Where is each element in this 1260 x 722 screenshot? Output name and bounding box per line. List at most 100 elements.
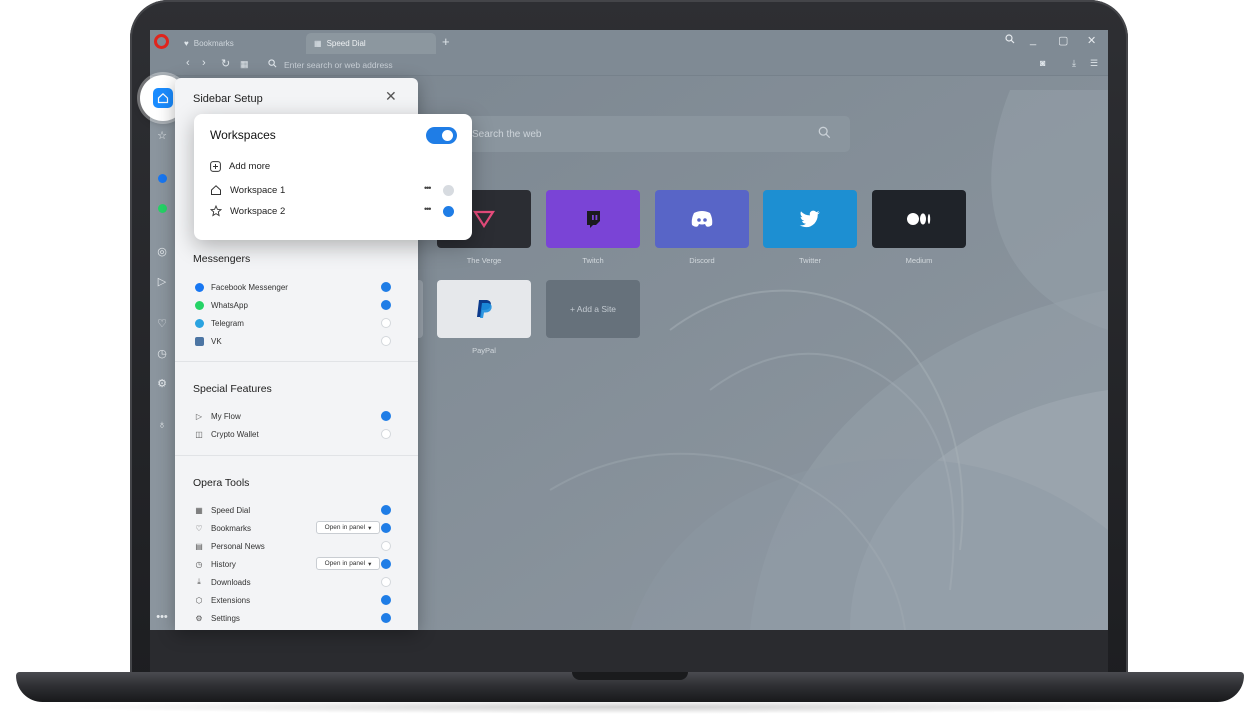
open-in-panel-select[interactable]: Open in panel ▾ <box>316 521 380 534</box>
add-workspace-button[interactable]: Add more <box>210 158 458 174</box>
tile-label: PayPal <box>472 346 496 355</box>
bookmarks-icon[interactable]: ♡ <box>155 316 169 330</box>
tips-icon[interactable]: ♁ <box>155 418 169 432</box>
extensions-icon: ⬡ <box>195 595 203 605</box>
check-on-icon[interactable] <box>381 613 391 623</box>
workspace-row-1[interactable]: Workspace 1 ••• <box>210 182 458 198</box>
messenger-row-facebook[interactable]: Facebook Messenger <box>193 280 407 294</box>
workspace-label: Workspace 1 <box>230 184 286 196</box>
divider <box>175 455 418 456</box>
tile-label: Twitch <box>582 256 604 265</box>
tile-paypal[interactable] <box>437 280 531 338</box>
tool-row-speed-dial[interactable]: ▦ Speed Dial <box>193 503 407 517</box>
whatsapp-icon[interactable] <box>155 201 169 215</box>
workspaces-toggle[interactable] <box>426 127 457 144</box>
special-row-crypto-wallet[interactable]: ◫ Crypto Wallet <box>193 427 407 441</box>
close-window-icon[interactable]: ✕ <box>1087 34 1096 47</box>
tool-row-downloads[interactable]: ⤓ Downloads <box>193 575 407 589</box>
check-on-icon[interactable] <box>381 505 391 515</box>
tile-discord[interactable] <box>655 190 749 248</box>
check-off-icon[interactable] <box>381 336 391 346</box>
history-icon: ◷ <box>195 559 203 569</box>
opera-logo-icon[interactable] <box>154 34 169 49</box>
tile-label: Twitter <box>798 256 822 265</box>
my-flow-icon[interactable]: ▷ <box>155 274 169 288</box>
more-options-icon[interactable]: ••• <box>424 183 432 193</box>
settings-icon[interactable]: ⚙ <box>155 376 169 390</box>
check-off-icon[interactable] <box>381 541 391 551</box>
laptop-notch <box>572 672 688 680</box>
special-row-my-flow[interactable]: ▷ My Flow <box>193 409 407 423</box>
check-on-icon[interactable] <box>381 282 391 292</box>
tab-label: Speed Dial <box>326 39 366 48</box>
more-options-icon[interactable]: ••• <box>424 204 432 214</box>
row-label: Downloads <box>211 577 251 587</box>
check-on-icon[interactable] <box>381 595 391 605</box>
discord-logo-icon <box>691 211 713 227</box>
address-input[interactable]: Enter search or web address <box>284 60 393 70</box>
tab-bookmarks[interactable]: ♥ Bookmarks <box>176 33 306 54</box>
add-site-label: + Add a Site <box>569 304 617 314</box>
back-icon[interactable]: ‹ <box>186 57 190 69</box>
messenger-row-whatsapp[interactable]: WhatsApp <box>193 298 407 312</box>
player-icon[interactable]: ◎ <box>155 244 169 258</box>
check-disabled-icon[interactable] <box>443 185 454 196</box>
history-icon[interactable]: ◷ <box>155 346 169 360</box>
check-on-icon[interactable] <box>381 300 391 310</box>
check-on-icon[interactable] <box>381 523 391 533</box>
maximize-icon[interactable]: ▢ <box>1058 34 1068 47</box>
tool-row-bookmarks[interactable]: ♡ Bookmarks Open in panel ▾ <box>193 521 407 535</box>
check-off-icon[interactable] <box>381 577 391 587</box>
paypal-logo-icon <box>477 300 492 318</box>
close-icon[interactable]: ✕ <box>385 88 397 105</box>
vk-icon <box>193 335 205 347</box>
new-tab-button[interactable]: + <box>442 34 450 49</box>
tile-twitter[interactable] <box>763 190 857 248</box>
speed-dial-icon: ▦ <box>195 505 203 515</box>
check-on-icon[interactable] <box>381 411 391 421</box>
download-icon[interactable]: ⤓ <box>1072 58 1076 69</box>
reload-icon[interactable]: ↻ <box>221 57 230 70</box>
row-label: Settings <box>211 613 240 623</box>
tool-row-personal-news[interactable]: ▤ Personal News <box>193 539 407 553</box>
grid-icon: ▦ <box>314 39 322 48</box>
check-off-icon[interactable] <box>381 318 391 328</box>
workspace-row-2[interactable]: Workspace 2 ••• <box>210 203 458 219</box>
check-off-icon[interactable] <box>381 429 391 439</box>
check-on-icon[interactable] <box>443 206 454 217</box>
tool-row-settings[interactable]: ⚙ Settings <box>193 611 407 625</box>
open-in-panel-select[interactable]: Open in panel ▾ <box>316 557 380 570</box>
tile-twitch[interactable] <box>546 190 640 248</box>
row-label: Speed Dial <box>211 505 251 515</box>
forward-icon[interactable]: › <box>202 57 206 69</box>
search-tabs-icon[interactable] <box>1005 34 1015 47</box>
easy-setup-icon[interactable]: ☰ <box>1090 58 1098 69</box>
whatsapp-icon <box>193 299 205 311</box>
messenger-icon[interactable] <box>155 171 169 185</box>
add-site-tile[interactable]: + Add a Site <box>546 280 640 338</box>
workspace-1-button[interactable] <box>153 88 173 108</box>
workspace-2-icon[interactable]: ☆ <box>155 128 169 142</box>
section-title-tools: Opera Tools <box>193 477 250 489</box>
medium-logo-icon <box>907 213 931 225</box>
camera-icon[interactable]: ◙ <box>1040 58 1045 68</box>
tile-medium[interactable] <box>872 190 966 248</box>
heart-icon: ♡ <box>195 523 203 533</box>
tile-label: Discord <box>689 256 715 265</box>
telegram-icon <box>193 317 205 329</box>
panel-title: Sidebar Setup <box>193 93 263 105</box>
tool-row-history[interactable]: ◷ History Open in panel ▾ <box>193 557 407 571</box>
row-label: Personal News <box>211 541 265 551</box>
speed-dial-icon[interactable]: ▦ <box>240 59 249 70</box>
home-icon <box>211 185 221 195</box>
wallet-icon: ◫ <box>195 429 203 439</box>
minimize-icon[interactable]: _ <box>1030 34 1036 46</box>
tool-row-extensions[interactable]: ⬡ Extensions <box>193 593 407 607</box>
check-on-icon[interactable] <box>381 559 391 569</box>
messenger-row-vk[interactable]: VK <box>193 334 407 348</box>
select-label: Open in panel <box>324 560 366 567</box>
messenger-row-telegram[interactable]: Telegram <box>193 316 407 330</box>
tab-speed-dial[interactable]: ▦ Speed Dial <box>306 33 436 54</box>
more-icon[interactable]: ••• <box>155 610 169 624</box>
search-icon <box>818 126 831 144</box>
